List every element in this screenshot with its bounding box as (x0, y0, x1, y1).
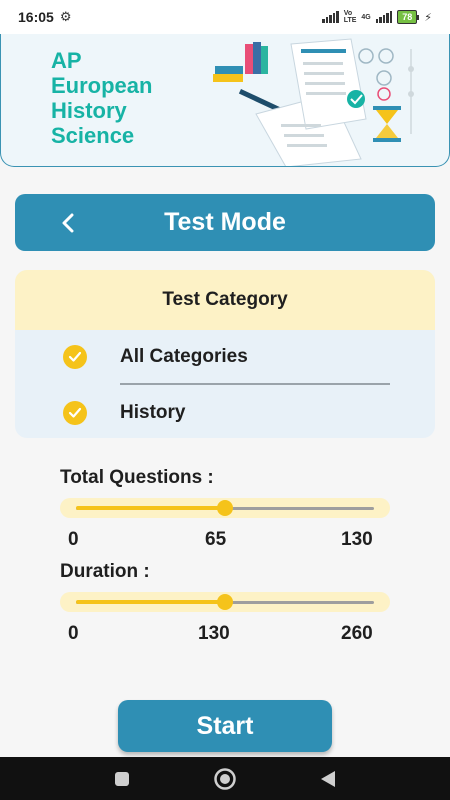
duration-min: 0 (68, 623, 79, 644)
network-4g-badge: 4G (361, 13, 371, 21)
category-item-history[interactable]: History (15, 388, 435, 438)
duration-max: 260 (341, 623, 373, 644)
app-banner: AP European History Science (0, 34, 450, 167)
slider-fill (76, 506, 225, 510)
charging-icon: ⚡ (424, 11, 432, 24)
test-category-card: Test Category All Categories History (15, 270, 435, 438)
banner-title-line: European (51, 73, 153, 98)
settings-gear-icon: ⚙ (59, 9, 72, 24)
total-questions-max: 130 (341, 529, 373, 550)
chevron-left-icon (62, 213, 74, 233)
category-item-all[interactable]: All Categories (15, 332, 435, 382)
triangle-back-icon (321, 770, 336, 787)
volte-badge: Vo LTE (343, 10, 357, 24)
status-bar: 16:05 ⚙ Vo LTE 4G 78 ⚡ (0, 0, 450, 34)
status-indicators: Vo LTE 4G 78 ⚡ (322, 10, 432, 24)
banner-title: AP European History Science (51, 48, 152, 148)
duration-current: 130 (198, 623, 230, 644)
page-title: Test Mode (164, 208, 286, 236)
total-questions-label: Total Questions : (60, 467, 214, 488)
square-icon (114, 771, 129, 786)
divider (120, 383, 390, 385)
home-button[interactable] (205, 764, 245, 794)
test-mode-header: Test Mode (15, 194, 435, 251)
status-time: 16:05 (18, 9, 54, 25)
slider-thumb[interactable] (217, 500, 233, 516)
system-nav-bar (0, 757, 450, 800)
circle-icon (214, 767, 236, 790)
recent-apps-button[interactable] (102, 764, 142, 794)
banner-title-line: AP (51, 48, 82, 73)
back-button[interactable] (55, 210, 81, 236)
signal-icon-2 (375, 11, 393, 23)
banner-title-line: Science (51, 123, 135, 148)
duration-label: Duration : (60, 561, 150, 582)
exam-illustration (213, 38, 414, 166)
slider-fill (76, 600, 225, 604)
slider-thumb[interactable] (217, 594, 233, 610)
battery-level: 78 (397, 10, 418, 24)
signal-icon (322, 11, 339, 23)
total-questions-slider[interactable] (60, 498, 390, 518)
total-questions-min: 0 (68, 529, 79, 550)
back-nav-button[interactable] (308, 764, 348, 794)
category-item-label: History (120, 402, 186, 423)
total-questions-current: 65 (205, 529, 227, 550)
start-button[interactable]: Start (118, 700, 332, 752)
category-item-label: All Categories (120, 346, 248, 367)
category-heading: Test Category (15, 270, 435, 330)
battery-icon: 78 (397, 10, 420, 24)
banner-title-line: History (51, 98, 127, 123)
check-circle-icon[interactable] (63, 345, 87, 369)
check-circle-icon[interactable] (63, 401, 87, 425)
duration-slider[interactable] (60, 592, 390, 612)
